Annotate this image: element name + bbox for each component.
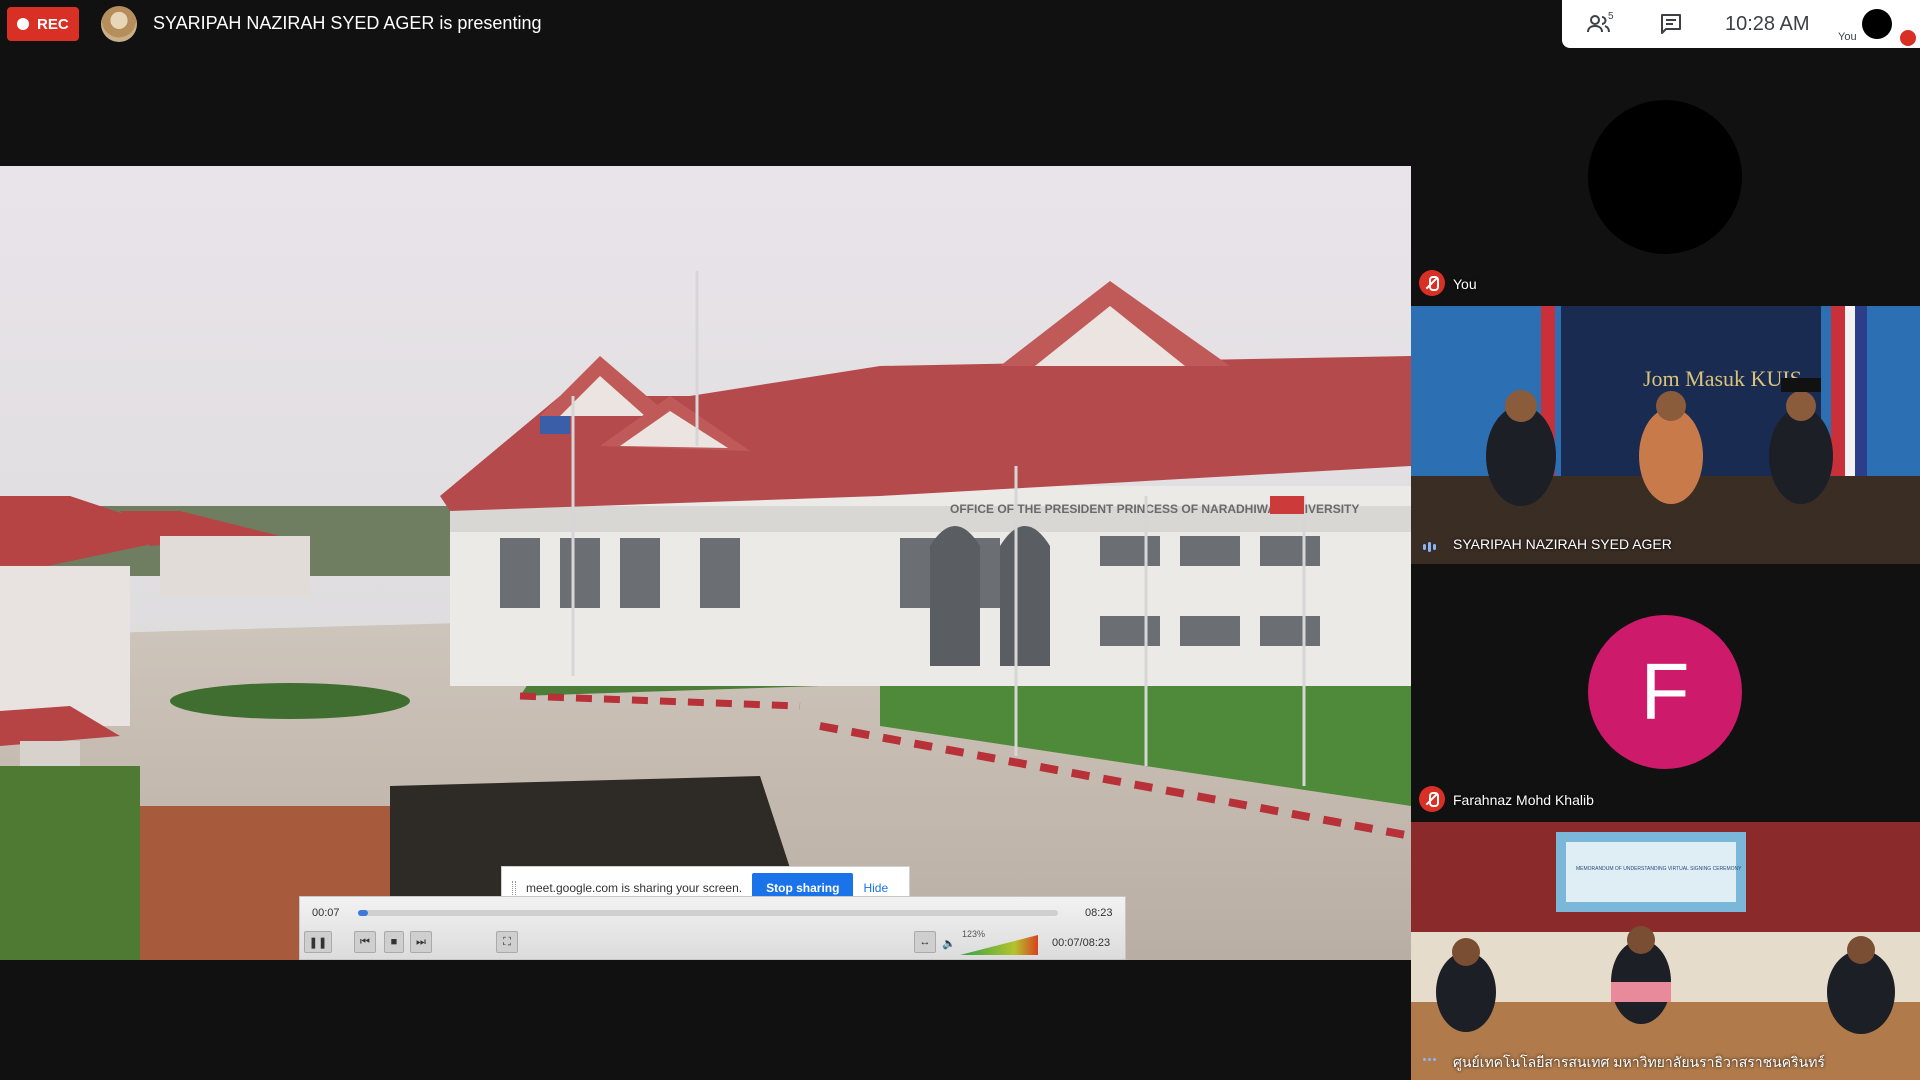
participant-name: ศูนย์เทคโนโลยีสารสนเทศ มหาวิทยาลัยนราธิว…: [1453, 1054, 1825, 1070]
shared-screen: OFFICE OF THE PRESIDENT PRINCESS OF NARA…: [0, 166, 1411, 960]
participant-tile-you[interactable]: You: [1411, 48, 1920, 306]
recording-badge: REC: [7, 7, 79, 41]
previous-icon[interactable]: ⏮: [354, 931, 376, 953]
chat-icon[interactable]: [1658, 12, 1684, 36]
presenting-status: SYARIPAH NAZIRAH SYED AGER is presenting: [153, 13, 542, 33]
presenter-avatar: [101, 6, 137, 42]
speaking-indicator-icon: [1423, 542, 1436, 552]
next-icon[interactable]: ⏭: [410, 931, 432, 953]
seek-bar[interactable]: [358, 910, 1058, 916]
participant-name: Farahnaz Mohd Khalib: [1453, 792, 1594, 808]
backdrop-text: MEMORANDUM OF UNDERSTANDING VIRTUAL SIGN…: [1576, 866, 1742, 872]
speaker-icon[interactable]: 🔈: [942, 937, 956, 950]
participant-count: 5: [1608, 11, 1614, 22]
share-banner-text: meet.google.com is sharing your screen.: [526, 881, 743, 895]
backdrop-text: Jom Masuk KUIS: [1643, 366, 1802, 391]
drag-handle-icon[interactable]: [512, 881, 516, 895]
player-elapsed: 00:07: [312, 907, 340, 919]
aspect-ratio-icon[interactable]: ↔: [914, 931, 936, 953]
participant-tile-syaripah[interactable]: Jom Masuk KUIS SYARIPAH NAZIRAH SYED AGE…: [1411, 306, 1920, 564]
mic-off-icon: [1900, 30, 1916, 46]
self-avatar[interactable]: [1862, 9, 1892, 39]
self-label: You: [1838, 31, 1857, 43]
avatar: F: [1588, 615, 1742, 769]
mic-off-icon: [1419, 270, 1445, 296]
participant-video: MEMORANDUM OF UNDERSTANDING VIRTUAL SIGN…: [1411, 822, 1920, 1080]
participant-tile-narathiwat[interactable]: MEMORANDUM OF UNDERSTANDING VIRTUAL SIGN…: [1411, 822, 1920, 1080]
avatar: [1588, 100, 1742, 254]
meeting-clock: 10:28 AM: [1725, 13, 1810, 35]
recording-label: REC: [37, 15, 69, 33]
mic-off-icon: [1419, 786, 1445, 812]
player-position: 00:07/08:23: [1052, 937, 1111, 949]
volume-percent: 123%: [962, 929, 986, 939]
participant-video: Jom Masuk KUIS: [1411, 306, 1920, 564]
hide-banner-button[interactable]: Hide: [863, 881, 888, 895]
stop-icon[interactable]: ■: [384, 931, 404, 953]
participant-name: SYARIPAH NAZIRAH SYED AGER: [1453, 536, 1672, 552]
top-bar: REC SYARIPAH NAZIRAH SYED AGER is presen…: [0, 0, 1920, 48]
shared-video-frame: OFFICE OF THE PRESIDENT PRINCESS OF NARA…: [0, 166, 1411, 960]
fullscreen-icon[interactable]: ⛶: [496, 931, 518, 953]
pause-icon[interactable]: ❚❚: [304, 931, 332, 953]
participant-tile-farahnaz[interactable]: F Farahnaz Mohd Khalib: [1411, 564, 1920, 822]
participant-name: You: [1453, 276, 1477, 292]
player-duration: 08:23: [1085, 907, 1113, 919]
record-dot-icon: [17, 18, 29, 30]
media-player-controls: 00:07 08:23 ❚❚ ⏮ ■ ⏭ ⛶ ↔ 🔈 123% 00:07/08…: [299, 896, 1126, 960]
meeting-controls: 5 10:28 AM You: [1562, 0, 1920, 48]
seek-bar-progress: [358, 910, 368, 916]
speaking-indicator-icon: [1423, 1058, 1436, 1061]
